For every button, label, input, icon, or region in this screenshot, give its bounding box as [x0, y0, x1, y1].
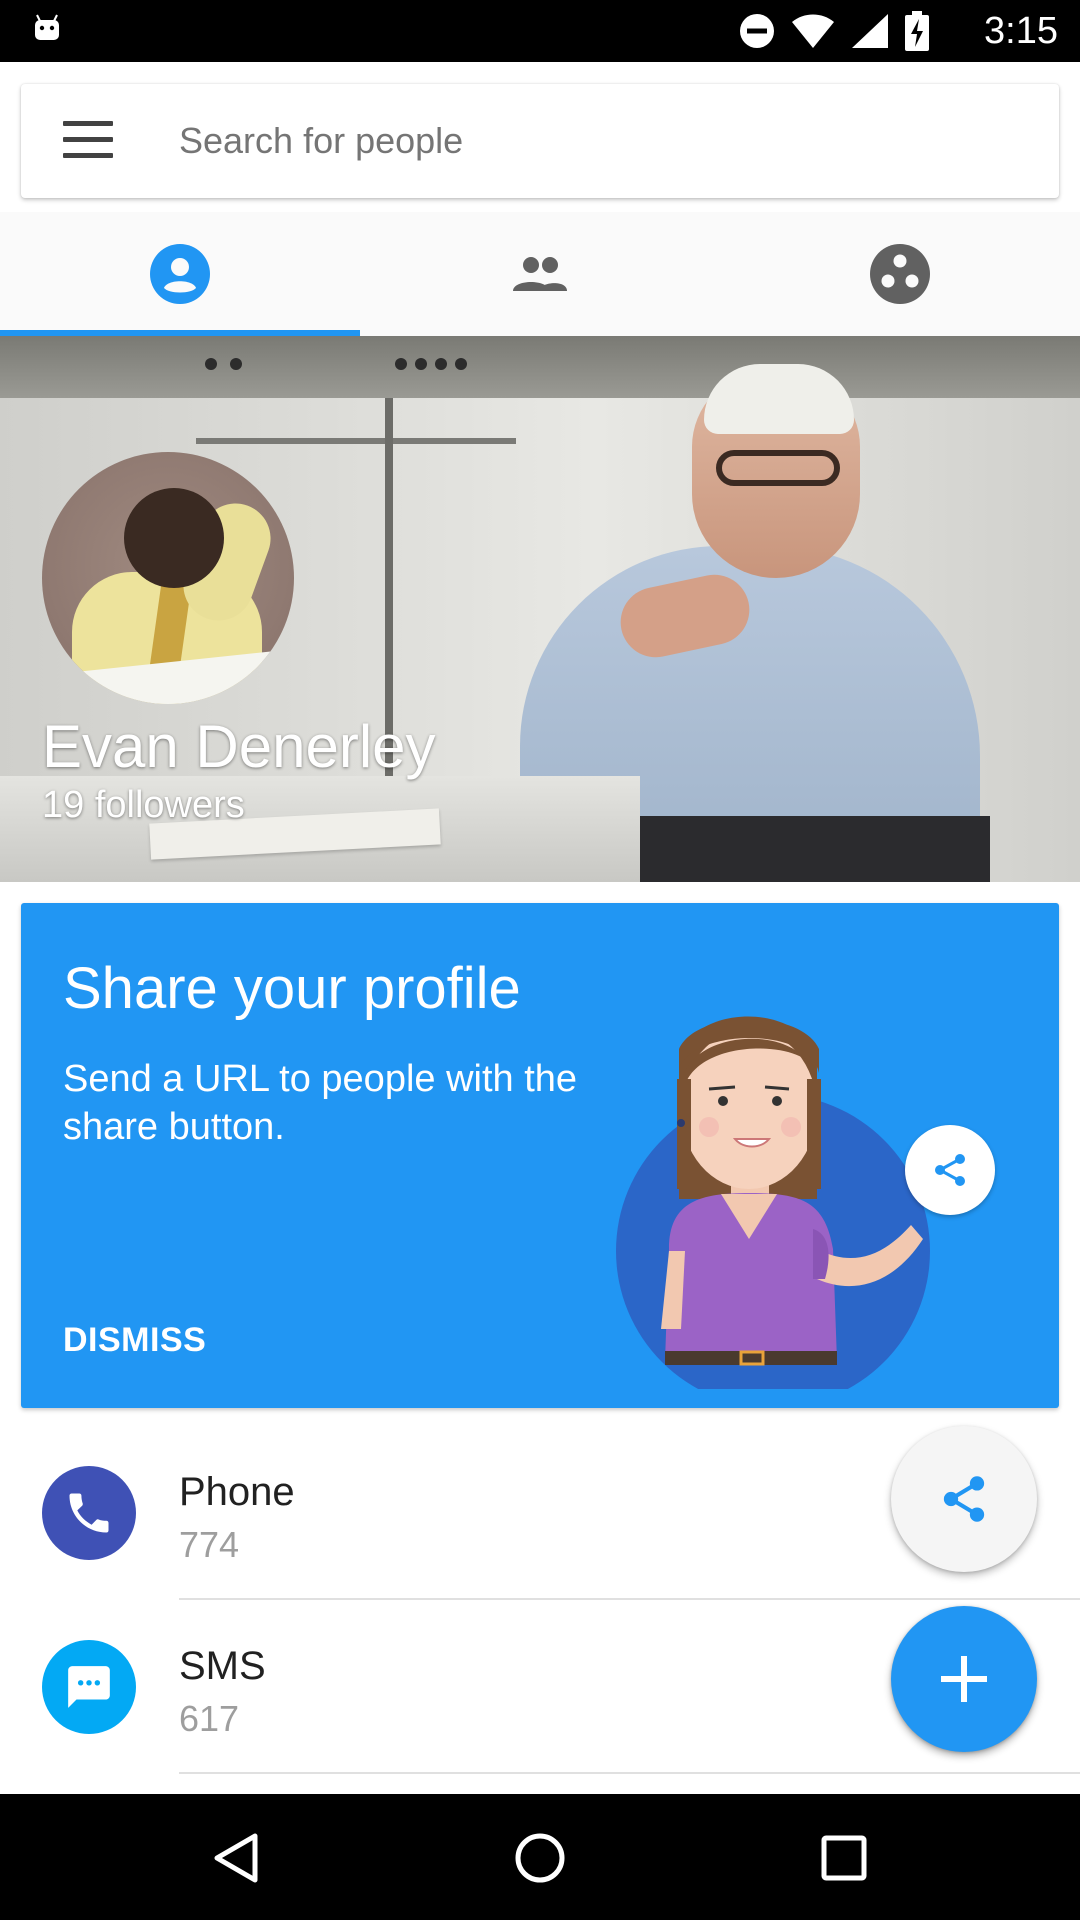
home-button[interactable]: [500, 1820, 580, 1896]
cover-photo-shelf: [0, 336, 1080, 398]
list-item-count: 774: [179, 1524, 240, 1565]
profile-name: Evan Denerley: [42, 713, 436, 780]
wifi-icon: [792, 14, 834, 48]
add-icon: [941, 1656, 987, 1702]
tab-profile[interactable]: [0, 212, 360, 336]
tab-bar: [0, 212, 1080, 336]
list-item-title: Phone: [179, 1470, 295, 1514]
account-circle-icon: [150, 244, 210, 304]
tab-communities[interactable]: [720, 212, 1080, 336]
status-bar: 3:15: [0, 0, 1080, 62]
avatar[interactable]: [42, 452, 294, 704]
menu-icon[interactable]: [63, 121, 113, 161]
android-icon: [35, 14, 59, 40]
status-time: 3:15: [984, 10, 1058, 52]
home-icon: [515, 1833, 565, 1883]
tab-people[interactable]: [360, 212, 720, 336]
people-icon: [513, 257, 567, 291]
share-profile-card: Share your profile Send a URL to people …: [21, 903, 1059, 1408]
divider: [179, 1772, 1080, 1774]
battery-charging-icon: [905, 11, 929, 51]
profile-cover: Evan Denerley 19 followers: [0, 336, 1080, 882]
do-not-disturb-icon: [740, 14, 774, 48]
list-item-title: SMS: [179, 1644, 266, 1688]
share-card-title: Share your profile: [63, 956, 521, 1021]
share-bubble-icon: [905, 1125, 995, 1215]
back-button[interactable]: [196, 1820, 276, 1896]
dismiss-button[interactable]: DISMISS: [63, 1321, 206, 1360]
share-fab[interactable]: [891, 1426, 1037, 1572]
recents-icon: [821, 1835, 867, 1881]
add-fab[interactable]: [891, 1606, 1037, 1752]
recents-button[interactable]: [804, 1820, 884, 1896]
search-input[interactable]: Search for people: [179, 120, 463, 162]
phone-icon: [42, 1466, 136, 1560]
message-icon: [42, 1640, 136, 1734]
followers-count[interactable]: 19 followers: [42, 782, 245, 828]
back-icon: [214, 1833, 258, 1883]
navigation-bar: [0, 1794, 1080, 1920]
share-icon: [943, 1476, 985, 1522]
list-item-count: 617: [179, 1698, 240, 1739]
share-card-description: Send a URL to people with the share butt…: [63, 1058, 578, 1148]
communities-icon: [870, 244, 930, 304]
signal-icon: [852, 14, 888, 48]
search-bar[interactable]: Search for people: [21, 84, 1059, 198]
